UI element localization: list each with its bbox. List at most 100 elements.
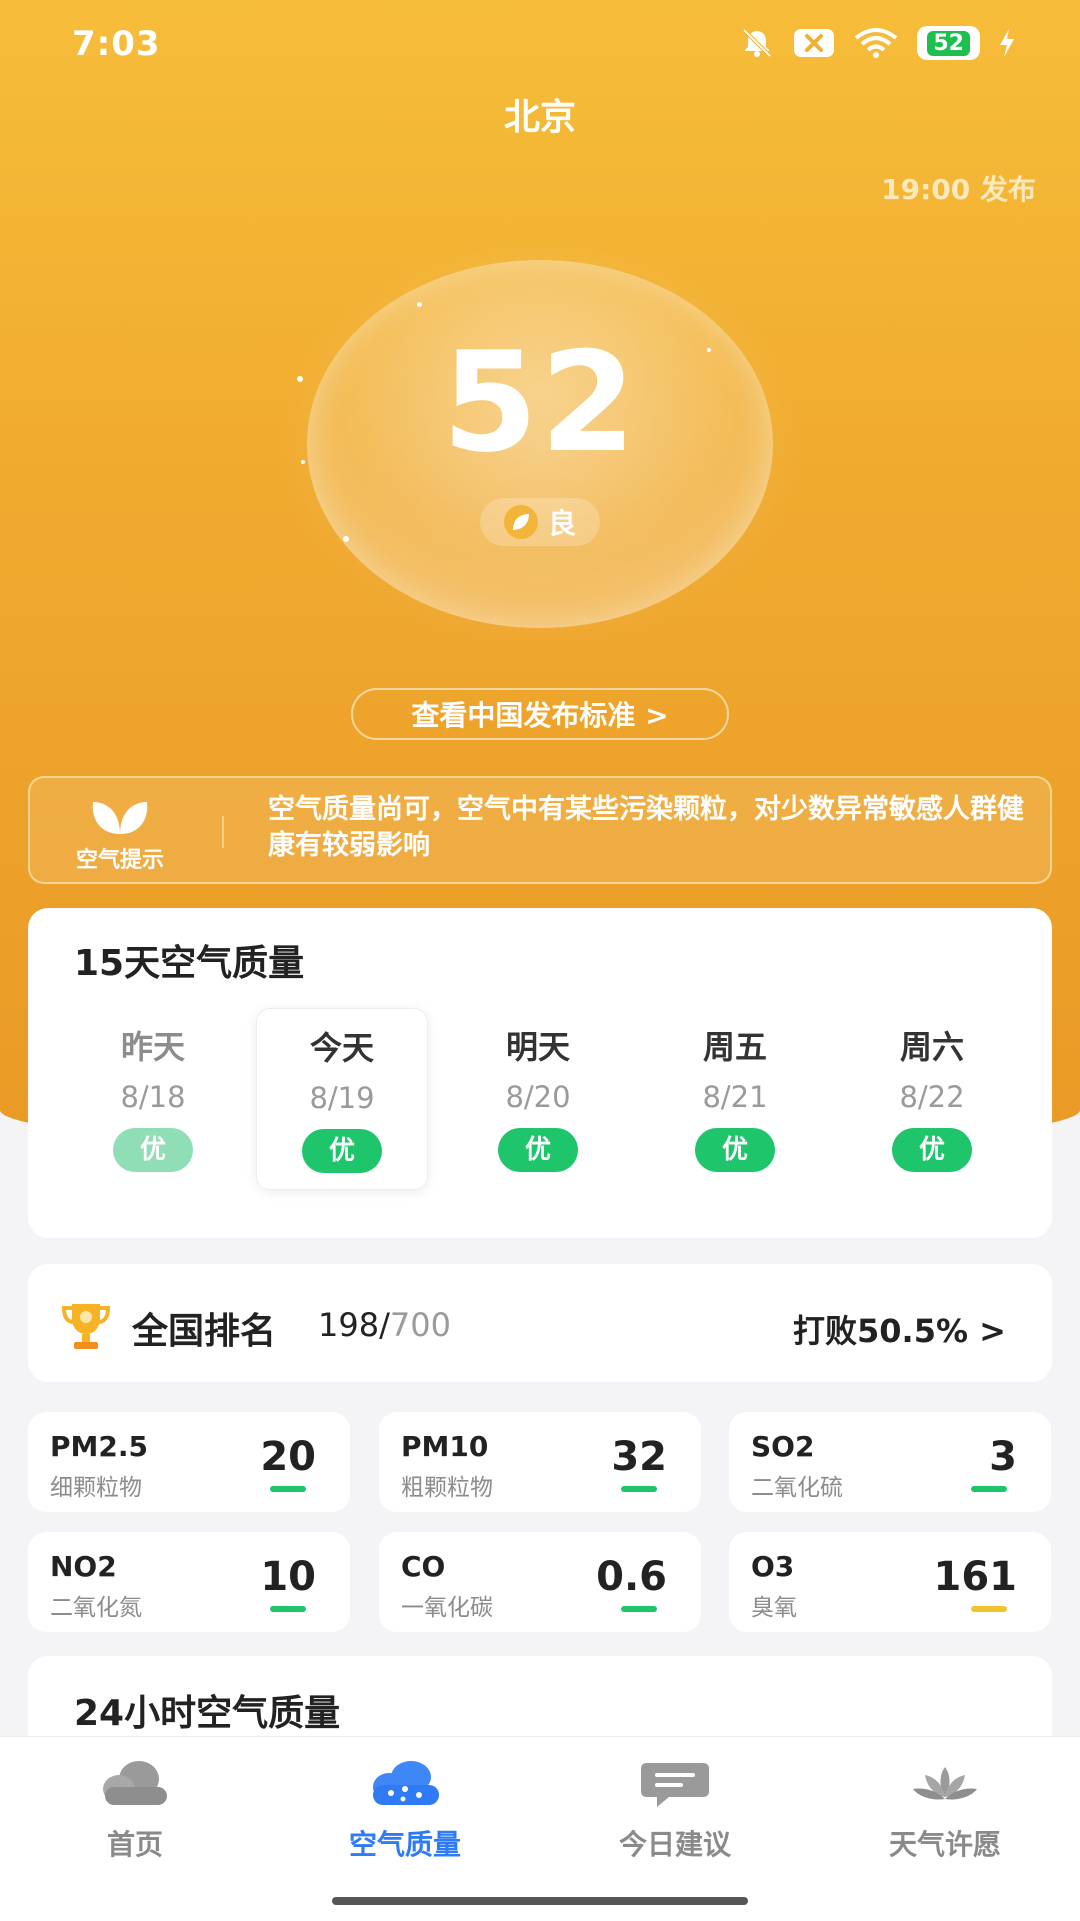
day-date: 8/22 bbox=[899, 1080, 965, 1114]
aqi-bubble: 52 良 bbox=[277, 236, 803, 652]
pollutant-value: 20 bbox=[260, 1434, 316, 1480]
divider bbox=[222, 816, 224, 848]
day-level-badge: 优 bbox=[498, 1128, 578, 1172]
pollutant-name: NO2 bbox=[50, 1550, 117, 1583]
day-date: 8/18 bbox=[120, 1080, 186, 1114]
tab-label: 今日建议 bbox=[618, 1828, 731, 1861]
air-tip-label: 空气提示 bbox=[75, 848, 164, 873]
day-name: 昨天 bbox=[120, 1028, 185, 1066]
pollutant-level-bar bbox=[270, 1486, 306, 1492]
wifi-icon bbox=[853, 27, 899, 59]
lotus-icon bbox=[913, 1767, 977, 1800]
view-standard-label: 查看中国发布标准 > bbox=[411, 699, 669, 732]
day-name: 今天 bbox=[309, 1029, 374, 1067]
day-level-badge: 优 bbox=[302, 1129, 382, 1173]
charging-icon bbox=[998, 29, 1016, 57]
tab-label: 首页 bbox=[106, 1828, 163, 1861]
ranking-total: 700 bbox=[389, 1306, 451, 1344]
pollutant-value: 32 bbox=[611, 1434, 667, 1480]
day-name: 周六 bbox=[899, 1028, 964, 1066]
pollutant-level-bar bbox=[270, 1606, 306, 1612]
bottom-tab-bar: 首页 空气质量 今日建议 天气许愿 bbox=[0, 1736, 1080, 1921]
ranking-value: 198/700 bbox=[318, 1306, 451, 1344]
tab-weather-wish[interactable]: 天气许愿 bbox=[845, 1757, 1045, 1863]
battery-level: 52 bbox=[927, 30, 970, 56]
pollutant-so2[interactable]: SO2 二氧化硫 3 bbox=[729, 1412, 1051, 1512]
ranking-title: 全国排名 bbox=[132, 1311, 277, 1352]
air-tip-banner: 空气提示 空气质量尚可，空气中有某些污染颗粒，对少数异常敏感人群健康有较弱影响 bbox=[28, 776, 1052, 884]
pollutant-value: 3 bbox=[989, 1434, 1017, 1480]
forecast-day-today[interactable]: 今天 8/19 优 bbox=[256, 1008, 428, 1190]
ranking-card[interactable]: 全国排名 198/700 打败50.5% > bbox=[28, 1264, 1052, 1382]
ranking-beat[interactable]: 打败50.5% > bbox=[793, 1306, 1006, 1352]
ranking-rank: 198/ bbox=[318, 1306, 390, 1344]
aqi-level-text: 良 bbox=[547, 507, 576, 540]
forecast-title: 15天空气质量 bbox=[74, 943, 305, 984]
tab-label: 天气许愿 bbox=[888, 1828, 1001, 1861]
pollutant-level-bar bbox=[971, 1486, 1007, 1492]
status-time: 7:03 bbox=[72, 24, 161, 64]
tab-air-quality[interactable]: 空气质量 bbox=[305, 1757, 505, 1863]
pollutant-value: 161 bbox=[933, 1554, 1018, 1600]
aqi-value: 52 bbox=[441, 322, 639, 483]
status-icons: 52 bbox=[739, 26, 1016, 60]
sparkle-dot bbox=[417, 302, 422, 307]
leaves-icon bbox=[92, 802, 148, 834]
pollutant-name: SO2 bbox=[751, 1430, 815, 1463]
air-tip-icon-area: 空气提示 bbox=[66, 796, 174, 874]
day-date: 8/21 bbox=[702, 1080, 768, 1114]
day-date: 8/20 bbox=[505, 1080, 571, 1114]
tab-label: 空气质量 bbox=[348, 1828, 461, 1861]
pollutant-desc: 一氧化碳 bbox=[401, 1595, 493, 1621]
air-tip-text: 空气质量尚可，空气中有某些污染颗粒，对少数异常敏感人群健康有较弱影响 bbox=[268, 794, 1024, 861]
pollutant-value: 0.6 bbox=[596, 1554, 667, 1600]
forecast-day-yesterday[interactable]: 昨天 8/18 优 bbox=[68, 1008, 238, 1188]
forecast-day-tomorrow[interactable]: 明天 8/20 优 bbox=[453, 1008, 623, 1188]
pollutant-name: PM10 bbox=[401, 1430, 489, 1463]
day-level-badge: 优 bbox=[695, 1128, 775, 1172]
tab-home[interactable]: 首页 bbox=[35, 1757, 235, 1863]
pollutant-name: PM2.5 bbox=[50, 1430, 148, 1463]
pollutant-name: O3 bbox=[751, 1550, 795, 1583]
pollutant-value: 10 bbox=[260, 1554, 316, 1600]
home-indicator[interactable] bbox=[332, 1897, 748, 1905]
air-quality-icon bbox=[373, 1761, 439, 1805]
day-name: 周五 bbox=[702, 1028, 767, 1066]
forecast-day-saturday[interactable]: 周六 8/22 优 bbox=[847, 1008, 1017, 1188]
tab-today-advice[interactable]: 今日建议 bbox=[575, 1757, 775, 1863]
forecast-day-friday[interactable]: 周五 8/21 优 bbox=[650, 1008, 820, 1188]
battery-indicator: 52 bbox=[917, 26, 980, 60]
hourly-title: 24小时空气质量 bbox=[74, 1693, 341, 1734]
view-standard-button[interactable]: 查看中国发布标准 > bbox=[351, 688, 729, 740]
forecast-days: 昨天 8/18 优 今天 8/19 优 明天 8/20 优 周五 8/21 优 … bbox=[68, 1008, 1048, 1204]
day-level-badge: 优 bbox=[113, 1128, 193, 1172]
pollutant-co[interactable]: CO 一氧化碳 0.6 bbox=[379, 1532, 701, 1632]
pollutant-desc: 二氧化氮 bbox=[50, 1595, 142, 1621]
pollutant-level-bar bbox=[621, 1486, 657, 1492]
sparkle-dot bbox=[343, 536, 349, 542]
pollutant-o3[interactable]: O3 臭氧 161 bbox=[729, 1532, 1051, 1632]
cloud-icon bbox=[103, 1761, 167, 1805]
pollutant-no2[interactable]: NO2 二氧化氮 10 bbox=[28, 1532, 350, 1632]
pollutant-level-bar bbox=[621, 1606, 657, 1612]
pollutant-desc: 细颗粒物 bbox=[50, 1475, 142, 1501]
close-box-icon bbox=[793, 28, 835, 58]
publish-time: 19:00 发布 bbox=[881, 173, 1036, 206]
day-level-badge: 优 bbox=[892, 1128, 972, 1172]
pollutant-pm25[interactable]: PM2.5 细颗粒物 20 bbox=[28, 1412, 350, 1512]
pollutant-name: CO bbox=[401, 1550, 446, 1583]
pollutant-desc: 二氧化硫 bbox=[751, 1475, 843, 1501]
day-name: 明天 bbox=[505, 1028, 570, 1066]
pollutant-level-bar bbox=[971, 1606, 1007, 1612]
bell-off-icon bbox=[739, 27, 775, 59]
aqi-level-badge: 良 bbox=[480, 498, 600, 546]
leaf-icon bbox=[503, 505, 538, 539]
chat-bubble-icon bbox=[641, 1763, 709, 1807]
trophy-icon bbox=[61, 1304, 111, 1349]
status-bar: 7:03 52 bbox=[0, 0, 1080, 92]
pollutant-pm10[interactable]: PM10 粗颗粒物 32 bbox=[379, 1412, 701, 1512]
forecast-card: 15天空气质量 昨天 8/18 优 今天 8/19 优 明天 8/20 优 周五… bbox=[28, 908, 1052, 1238]
pollutant-desc: 臭氧 bbox=[751, 1595, 797, 1621]
city-title[interactable]: 北京 bbox=[0, 88, 1080, 140]
pollutant-desc: 粗颗粒物 bbox=[401, 1475, 493, 1501]
